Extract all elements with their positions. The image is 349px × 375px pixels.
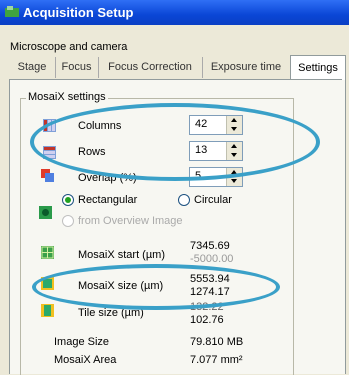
circular-label[interactable]: Circular xyxy=(194,194,232,206)
section-label: Microscope and camera xyxy=(10,41,128,53)
highlight-ellipse-columns-rows xyxy=(30,103,320,181)
mosaix-area-value: 7.077 mm² xyxy=(190,354,243,366)
app-icon xyxy=(5,6,19,17)
mosaix-start-y: -5000.00 xyxy=(190,253,234,265)
title-bar: Acquisition Setup xyxy=(0,0,349,25)
tile-size-icon xyxy=(41,304,54,317)
overview-radio[interactable] xyxy=(62,215,74,227)
spin-down-icon[interactable] xyxy=(231,179,237,183)
circular-radio[interactable] xyxy=(178,194,190,206)
mosaix-start-icon xyxy=(41,246,54,259)
rectangular-radio[interactable] xyxy=(62,194,74,206)
tab-exposure-time[interactable]: Exposure time xyxy=(202,57,291,78)
rectangular-label[interactable]: Rectangular xyxy=(78,194,137,206)
image-size-value: 79.810 MB xyxy=(190,336,244,348)
image-size-label: Image Size xyxy=(54,336,110,348)
mosaix-start-label: MosaiX start (µm) xyxy=(78,249,166,261)
overlap-icon xyxy=(41,169,54,182)
window-title: Acquisition Setup xyxy=(23,5,134,20)
tab-stage[interactable]: Stage xyxy=(9,57,56,78)
shape-icon xyxy=(39,206,52,219)
group-title: MosaiX settings xyxy=(26,91,108,103)
tab-focus[interactable]: Focus xyxy=(55,57,99,78)
highlight-ellipse-mosaix-size xyxy=(32,264,280,310)
mosaix-start-x: 7345.69 xyxy=(190,240,230,252)
mosaix-area-label: MosaiX Area xyxy=(54,354,117,366)
tab-settings[interactable]: Settings xyxy=(290,55,346,80)
tab-focus-correction[interactable]: Focus Correction xyxy=(98,57,203,78)
overview-label: from Overview Image xyxy=(78,215,183,227)
tile-size-y: 102.76 xyxy=(190,314,224,326)
tab-strip: Stage Focus Focus Correction Exposure ti… xyxy=(9,55,346,80)
